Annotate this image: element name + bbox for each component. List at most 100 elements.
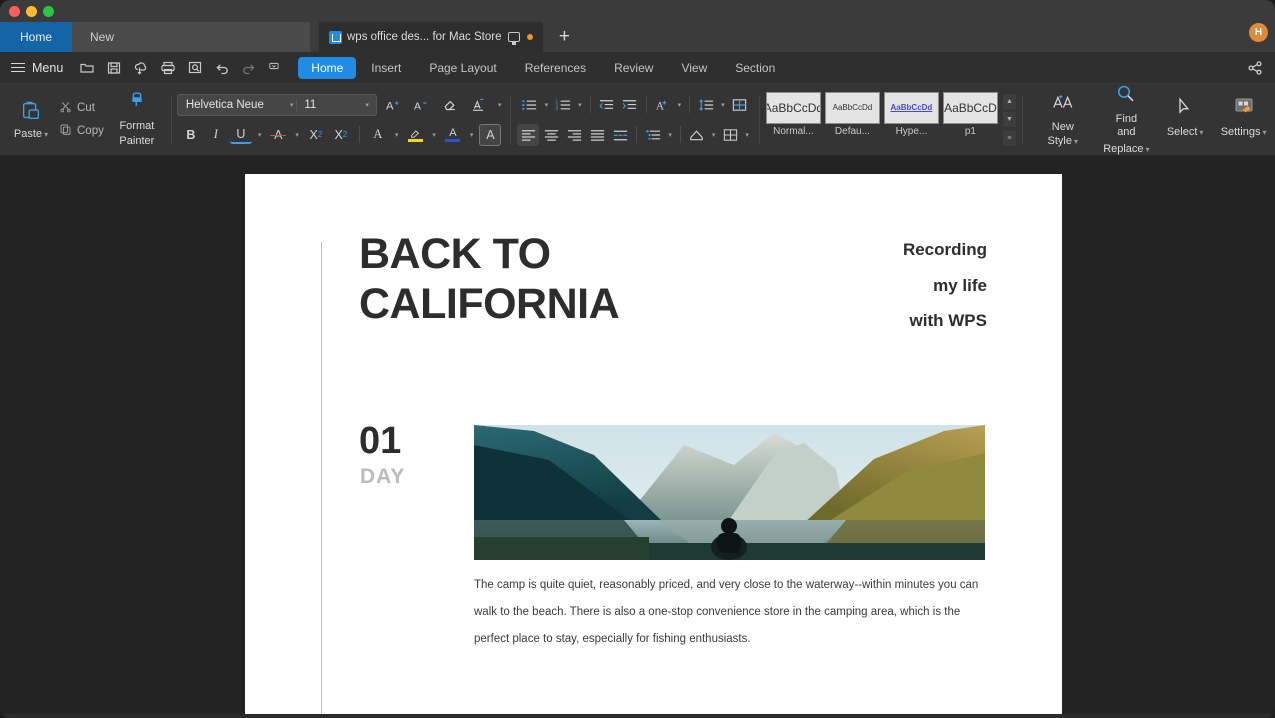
line-spacing-button[interactable]	[695, 94, 717, 116]
table-borders-chevron-down-icon[interactable]: ▾	[742, 131, 752, 139]
increase-indent-button[interactable]	[619, 94, 641, 116]
font-color-chevron-down-icon[interactable]: ▾	[467, 131, 477, 139]
shading-button[interactable]	[686, 124, 708, 146]
clear-formatting-button[interactable]	[439, 94, 461, 116]
body-paragraph[interactable]: The camp is quite quiet, reasonably pric…	[474, 572, 986, 653]
align-left-button[interactable]	[517, 124, 539, 146]
style-item-default[interactable]: AaBbCcDd Defau...	[824, 92, 881, 148]
superscript-button[interactable]: X2	[305, 124, 327, 146]
tab-bar: Home New wps office des... for Mac Store…	[0, 22, 1275, 52]
paste-button[interactable]: Paste▾	[7, 100, 55, 140]
find-and-replace-button[interactable]: Find and Replace▾	[1097, 83, 1157, 157]
ribbon-tab-insert[interactable]: Insert	[358, 57, 414, 79]
bullet-list-chevron-down-icon[interactable]: ▾	[542, 101, 552, 109]
font-size-chevron-down-icon[interactable]: ▾	[362, 101, 372, 109]
new-style-button[interactable]: New Style▾	[1029, 91, 1097, 148]
font-size-input[interactable]: 11	[296, 99, 362, 111]
shading-chevron-down-icon[interactable]: ▾	[709, 131, 719, 139]
multilevel-list-button[interactable]	[642, 124, 664, 146]
font-family-chevron-down-icon[interactable]: ▾	[287, 101, 297, 109]
menu-button[interactable]: Menu	[11, 61, 63, 75]
share-icon[interactable]	[1247, 60, 1263, 76]
phonetic-guide-button[interactable]	[467, 94, 489, 116]
close-window-button[interactable]	[9, 6, 20, 17]
undo-icon[interactable]	[214, 60, 230, 76]
strikethrough-chevron-down-icon[interactable]: ▾	[292, 131, 302, 139]
bold-button[interactable]: B	[180, 124, 202, 146]
document-page[interactable]: BACK TO CALIFORNIA Recording my life wit…	[245, 174, 1062, 714]
multilevel-chevron-down-icon[interactable]: ▾	[665, 131, 675, 139]
ribbon-tab-section[interactable]: Section	[722, 57, 788, 79]
copy-button[interactable]: Copy	[59, 123, 104, 139]
tab-new[interactable]: New	[72, 22, 310, 52]
cut-button[interactable]: Cut	[59, 100, 104, 116]
document-canvas[interactable]: BACK TO CALIFORNIA Recording my life wit…	[0, 156, 1275, 714]
lake-mountain-photo[interactable]	[474, 425, 985, 560]
print-icon[interactable]	[160, 60, 176, 76]
page-subtitle[interactable]: Recording my life with WPS	[903, 232, 987, 339]
align-justify-button[interactable]	[586, 124, 608, 146]
settings-button[interactable]: Settings▾	[1214, 84, 1273, 139]
avatar[interactable]: H	[1249, 23, 1268, 42]
tab-document[interactable]: wps office des... for Mac Store	[319, 22, 543, 52]
day-label[interactable]: DAY	[360, 465, 405, 489]
underline-chevron-down-icon[interactable]: ▾	[255, 131, 265, 139]
numbered-list-chevron-down-icon[interactable]: ▾	[575, 101, 585, 109]
highlight-chevron-down-icon[interactable]: ▾	[429, 131, 439, 139]
font-family-input[interactable]: Helvetica Neue	[182, 99, 287, 111]
settings-caret-icon[interactable]: ▾	[1262, 128, 1266, 137]
select-caret-icon[interactable]: ▾	[1199, 128, 1203, 137]
decrease-indent-button[interactable]	[596, 94, 618, 116]
print-preview-icon[interactable]	[187, 60, 203, 76]
new-tab-button[interactable]: +	[543, 22, 585, 52]
asian-layout-button[interactable]: A	[652, 94, 674, 116]
numbered-list-button[interactable]: 123	[552, 94, 574, 116]
style-item-hyperlink[interactable]: AaBbCcDd Hype...	[883, 92, 940, 148]
ribbon-tab-review[interactable]: Review	[601, 57, 666, 79]
styles-expand-button[interactable]: ≡	[1003, 131, 1016, 146]
customize-icon[interactable]	[268, 60, 280, 76]
underline-button[interactable]: U	[230, 125, 252, 144]
select-button[interactable]: Select▾	[1156, 84, 1214, 139]
page-title[interactable]: BACK TO CALIFORNIA	[359, 230, 739, 330]
ribbon-tab-references[interactable]: References	[512, 57, 599, 79]
strikethrough-button[interactable]: A	[267, 124, 289, 146]
ribbon-tab-page-layout[interactable]: Page Layout	[416, 57, 509, 79]
bullet-list-button[interactable]	[519, 94, 541, 116]
decrease-font-size-button[interactable]: A	[411, 94, 433, 116]
asian-layout-chevron-down-icon[interactable]: ▾	[675, 101, 685, 109]
minimize-window-button[interactable]	[26, 6, 37, 17]
borders-button[interactable]	[729, 94, 751, 116]
increase-font-size-button[interactable]: A	[383, 94, 405, 116]
style-item-p1[interactable]: AaBbCcD p1	[942, 92, 999, 148]
tab-home[interactable]: Home	[0, 22, 72, 52]
paste-caret-icon[interactable]: ▾	[44, 130, 48, 139]
style-item-normal[interactable]: AaBbCcDd Normal...	[765, 92, 822, 148]
table-borders-button[interactable]	[719, 124, 741, 146]
phonetic-chevron-down-icon[interactable]: ▾	[495, 101, 505, 109]
align-right-button[interactable]	[563, 124, 585, 146]
find-replace-caret-icon[interactable]: ▾	[1146, 145, 1150, 154]
text-effects-chevron-down-icon[interactable]: ▾	[392, 131, 402, 139]
subscript-button[interactable]: X2	[330, 124, 352, 146]
ribbon-tab-view[interactable]: View	[668, 57, 720, 79]
save-icon[interactable]	[106, 60, 122, 76]
new-style-caret-icon[interactable]: ▾	[1074, 137, 1078, 146]
styles-scroll-up-button[interactable]: ▲	[1003, 94, 1016, 109]
italic-button[interactable]: I	[205, 124, 227, 146]
line-spacing-chevron-down-icon[interactable]: ▾	[718, 101, 728, 109]
maximize-window-button[interactable]	[43, 6, 54, 17]
character-border-button[interactable]: A	[479, 124, 501, 146]
distribute-button[interactable]	[609, 124, 631, 146]
format-painter-button[interactable]: Format Painter	[110, 91, 164, 148]
highlight-color-button[interactable]	[404, 124, 426, 146]
styles-scroll-down-button[interactable]: ▼	[1003, 112, 1016, 127]
text-effects-button[interactable]: A	[367, 124, 389, 146]
align-center-button[interactable]	[540, 124, 562, 146]
redo-icon[interactable]	[241, 60, 257, 76]
ribbon-tab-home[interactable]: Home	[298, 57, 356, 79]
cloud-sync-icon[interactable]	[133, 60, 149, 76]
day-number[interactable]: 01	[359, 422, 401, 460]
font-color-button[interactable]: A	[442, 124, 464, 146]
open-folder-icon[interactable]	[79, 60, 95, 76]
